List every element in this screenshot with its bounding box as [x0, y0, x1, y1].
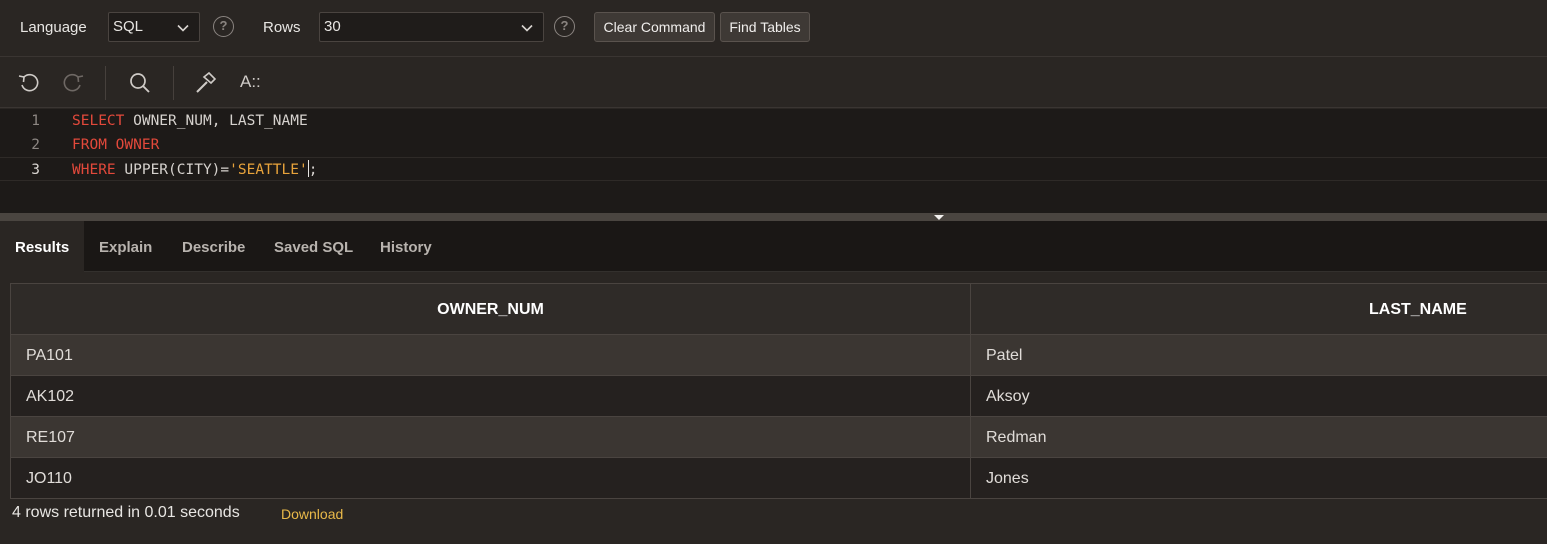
column-header-last-name[interactable]: LAST_NAME — [971, 284, 1547, 334]
sql-editor[interactable]: 1 SELECT OWNER_NUM, LAST_NAME 2 FROM OWN… — [0, 109, 1547, 213]
collapse-arrow-icon[interactable] — [934, 215, 944, 220]
string-literal: 'SEATTLE' — [229, 162, 308, 178]
code-rest: UPPER(CITY)= — [115, 162, 230, 178]
table-row: AK102 Aksoy — [11, 376, 1547, 417]
tab-explain[interactable]: Explain — [84, 221, 167, 272]
language-help-icon[interactable]: ? — [213, 16, 234, 37]
table-row: RE107 Redman — [11, 417, 1547, 458]
tab-results[interactable]: Results — [0, 221, 85, 272]
code-rest: OWNER — [106, 137, 160, 153]
line-number: 3 — [31, 162, 40, 178]
editor-line: 2 FROM OWNER — [0, 133, 1547, 157]
table-row: JO110 Jones — [11, 458, 1547, 499]
hammer-icon[interactable] — [193, 70, 219, 96]
rows-label: Rows — [263, 19, 301, 36]
format-icon[interactable]: A:: — [240, 72, 261, 92]
find-tables-button[interactable]: Find Tables — [720, 12, 810, 42]
code-rest: OWNER_NUM, LAST_NAME — [124, 113, 308, 129]
search-icon[interactable] — [127, 70, 153, 96]
column-header-owner-num[interactable]: OWNER_NUM — [11, 284, 971, 334]
redo-icon[interactable] — [60, 70, 86, 96]
results-tabs: Results Explain Describe Saved SQL Histo… — [0, 221, 1547, 272]
language-select[interactable]: SQL — [108, 12, 200, 42]
table-cell: JO110 — [11, 458, 971, 498]
pane-splitter[interactable] — [0, 213, 1547, 221]
code-text: SELECT OWNER_NUM, LAST_NAME — [72, 109, 308, 133]
keyword: WHERE — [72, 162, 116, 178]
table-cell: PA101 — [11, 335, 971, 375]
table-cell: AK102 — [11, 376, 971, 416]
language-label: Language — [20, 19, 87, 36]
table-cell: Jones — [986, 470, 1029, 487]
table-cell: RE107 — [11, 417, 971, 457]
table-cell: Patel — [986, 347, 1023, 364]
rows-help-icon[interactable]: ? — [554, 16, 575, 37]
tab-saved-sql[interactable]: Saved SQL — [259, 221, 368, 272]
code-text: WHERE UPPER(CITY)='SEATTLE'; — [72, 158, 317, 182]
tab-describe[interactable]: Describe — [167, 221, 260, 272]
clear-command-button[interactable]: Clear Command — [594, 12, 715, 42]
table-row: PA101 Patel — [11, 335, 1547, 376]
line-number: 2 — [31, 137, 40, 153]
results-table: OWNER_NUM LAST_NAME PA101 Patel AK102 Ak… — [10, 283, 1547, 499]
keyword: FROM — [72, 137, 107, 153]
code-tail: ; — [308, 162, 318, 178]
rows-returned-summary: 4 rows returned in 0.01 seconds — [12, 504, 240, 521]
editor-toolbar: A:: — [0, 58, 1547, 108]
code-text: FROM OWNER — [72, 133, 159, 157]
chevron-down-icon — [521, 24, 533, 32]
table-cell: Redman — [986, 429, 1047, 446]
chevron-down-icon — [177, 24, 189, 32]
toolbar-divider — [105, 66, 106, 100]
download-link[interactable]: Download — [281, 506, 343, 522]
top-toolbar: Language SQL ? Rows 30 ? Clear Command F… — [0, 0, 1547, 57]
table-cell: Aksoy — [986, 388, 1030, 405]
keyword: SELECT — [72, 113, 125, 129]
undo-icon[interactable] — [16, 70, 42, 96]
rows-select[interactable]: 30 — [319, 12, 544, 42]
toolbar-divider — [173, 66, 174, 100]
tab-history[interactable]: History — [365, 221, 447, 272]
table-header-row: OWNER_NUM LAST_NAME — [11, 284, 1547, 335]
language-select-value: SQL — [113, 18, 144, 35]
editor-line-active: 3 WHERE UPPER(CITY)='SEATTLE'; — [0, 157, 1547, 181]
rows-select-value: 30 — [324, 18, 341, 35]
editor-line: 1 SELECT OWNER_NUM, LAST_NAME — [0, 109, 1547, 133]
line-number: 1 — [31, 113, 40, 129]
